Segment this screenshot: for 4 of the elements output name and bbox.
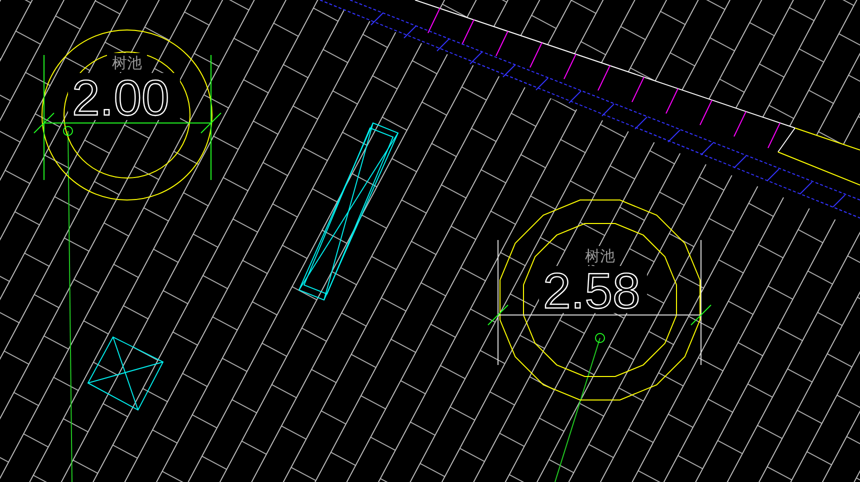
- diameter-label: 2.58: [543, 263, 640, 319]
- tree-pit-label: 树池: [112, 54, 142, 72]
- diameter-label: 2.00: [72, 70, 170, 126]
- tree-pit-label: 树池: [585, 247, 615, 265]
